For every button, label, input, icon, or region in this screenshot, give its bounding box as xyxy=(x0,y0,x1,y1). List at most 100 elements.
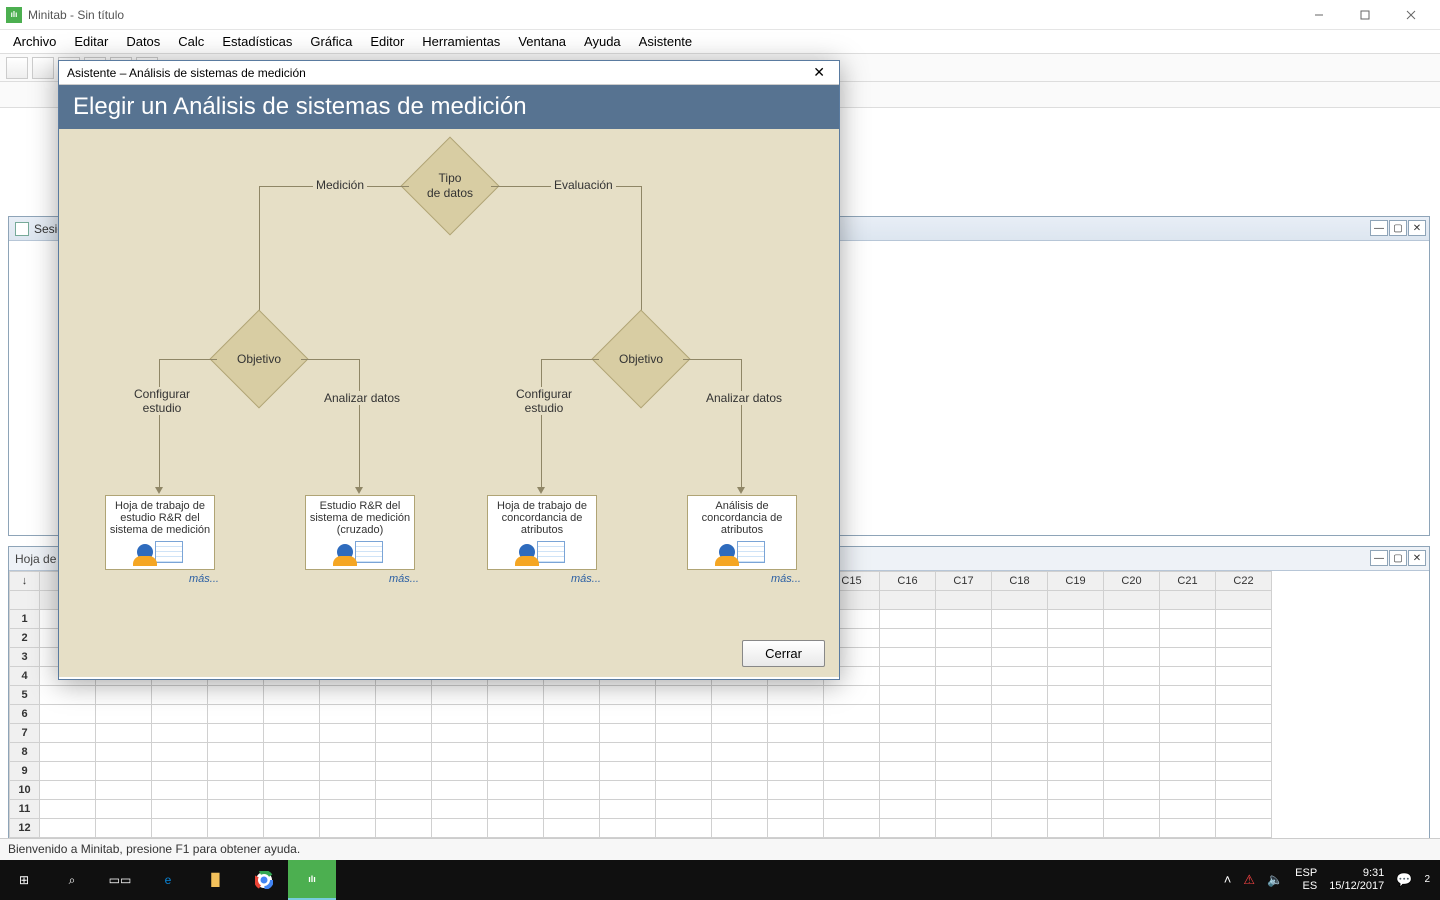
close-button[interactable]: Cerrar xyxy=(742,640,825,667)
cell[interactable] xyxy=(432,781,488,800)
cell[interactable] xyxy=(1048,610,1104,629)
row-header[interactable]: 11 xyxy=(10,800,40,819)
cell[interactable] xyxy=(264,762,320,781)
cell[interactable] xyxy=(1104,686,1160,705)
cell[interactable] xyxy=(1160,762,1216,781)
more-link-1[interactable]: más... xyxy=(189,573,219,585)
cell[interactable] xyxy=(488,686,544,705)
minitab-taskbar-icon[interactable]: ılı xyxy=(288,860,336,900)
tray-clock[interactable]: 9:3115/12/2017 xyxy=(1329,867,1384,893)
cell[interactable] xyxy=(1216,629,1272,648)
cell[interactable] xyxy=(152,724,208,743)
task-view-icon[interactable]: ▭▭ xyxy=(96,860,144,900)
cell[interactable] xyxy=(1160,667,1216,686)
cell[interactable] xyxy=(152,800,208,819)
cell[interactable] xyxy=(264,819,320,838)
cell[interactable] xyxy=(936,781,992,800)
cell[interactable] xyxy=(656,705,712,724)
cell[interactable] xyxy=(1216,819,1272,838)
cell[interactable] xyxy=(1216,610,1272,629)
cell[interactable] xyxy=(208,705,264,724)
option-attr-worksheet[interactable]: Hoja de trabajo de concordancia de atrib… xyxy=(487,495,597,570)
cell[interactable] xyxy=(824,724,880,743)
row-header[interactable]: 10 xyxy=(10,781,40,800)
cell[interactable] xyxy=(376,819,432,838)
cell[interactable] xyxy=(880,819,936,838)
cell[interactable] xyxy=(320,762,376,781)
cell[interactable] xyxy=(656,762,712,781)
menu-grafica[interactable]: Gráfica xyxy=(301,31,361,52)
cell[interactable] xyxy=(1160,629,1216,648)
row-header[interactable]: 1 xyxy=(10,610,40,629)
cell[interactable] xyxy=(40,743,96,762)
option-attr-agreement[interactable]: Análisis de concordancia de atributos xyxy=(687,495,797,570)
cell[interactable] xyxy=(992,648,1048,667)
cell[interactable] xyxy=(1216,705,1272,724)
cell[interactable] xyxy=(880,686,936,705)
cell[interactable] xyxy=(1048,762,1104,781)
cell[interactable] xyxy=(936,819,992,838)
cell[interactable] xyxy=(824,705,880,724)
row-header[interactable]: 12 xyxy=(10,819,40,838)
cell[interactable] xyxy=(768,800,824,819)
cell[interactable] xyxy=(152,762,208,781)
edge-icon[interactable]: e xyxy=(144,860,192,900)
menu-calc[interactable]: Calc xyxy=(169,31,213,52)
cell[interactable] xyxy=(432,686,488,705)
cell[interactable] xyxy=(320,781,376,800)
cell[interactable] xyxy=(1104,629,1160,648)
cell[interactable] xyxy=(600,800,656,819)
cell[interactable] xyxy=(96,743,152,762)
cell[interactable] xyxy=(376,686,432,705)
row-header[interactable]: 9 xyxy=(10,762,40,781)
cell[interactable] xyxy=(880,667,936,686)
cell[interactable] xyxy=(432,762,488,781)
cell[interactable] xyxy=(432,743,488,762)
cell[interactable] xyxy=(936,724,992,743)
start-button[interactable]: ⊞ xyxy=(0,860,48,900)
cell[interactable] xyxy=(544,762,600,781)
tray-volume-icon[interactable]: 🔈 xyxy=(1267,872,1283,888)
cell[interactable] xyxy=(656,819,712,838)
column-header[interactable]: C21 xyxy=(1160,572,1216,591)
cell[interactable] xyxy=(600,705,656,724)
toolbar-button[interactable] xyxy=(6,57,28,79)
cell[interactable] xyxy=(1160,686,1216,705)
cell[interactable] xyxy=(40,819,96,838)
cell[interactable] xyxy=(1048,648,1104,667)
more-link-4[interactable]: más... xyxy=(771,573,801,585)
cell[interactable] xyxy=(824,743,880,762)
cell[interactable] xyxy=(600,819,656,838)
cell[interactable] xyxy=(1048,705,1104,724)
row-header[interactable]: 4 xyxy=(10,667,40,686)
cell[interactable] xyxy=(544,686,600,705)
cell[interactable] xyxy=(712,686,768,705)
cell[interactable] xyxy=(656,743,712,762)
column-header[interactable]: C18 xyxy=(992,572,1048,591)
cell[interactable] xyxy=(768,705,824,724)
cell[interactable] xyxy=(1104,724,1160,743)
cell[interactable] xyxy=(320,800,376,819)
menu-herramientas[interactable]: Herramientas xyxy=(413,31,509,52)
notification-count[interactable]: 2 xyxy=(1424,874,1430,886)
more-link-3[interactable]: más... xyxy=(571,573,601,585)
cell[interactable] xyxy=(264,705,320,724)
cell[interactable] xyxy=(376,800,432,819)
cell[interactable] xyxy=(1048,743,1104,762)
cell[interactable] xyxy=(1160,781,1216,800)
cell[interactable] xyxy=(992,800,1048,819)
cell[interactable] xyxy=(1104,610,1160,629)
cell[interactable] xyxy=(544,705,600,724)
menu-editor[interactable]: Editor xyxy=(361,31,413,52)
cell[interactable] xyxy=(96,705,152,724)
more-link-2[interactable]: más... xyxy=(389,573,419,585)
column-header[interactable]: C19 xyxy=(1048,572,1104,591)
session-min-button[interactable]: — xyxy=(1370,220,1388,236)
cell[interactable] xyxy=(208,724,264,743)
cell[interactable] xyxy=(712,762,768,781)
cell[interactable] xyxy=(1160,819,1216,838)
cell[interactable] xyxy=(880,610,936,629)
cell[interactable] xyxy=(320,724,376,743)
cell[interactable] xyxy=(880,724,936,743)
tray-network-icon[interactable]: ⚠ xyxy=(1243,872,1255,888)
